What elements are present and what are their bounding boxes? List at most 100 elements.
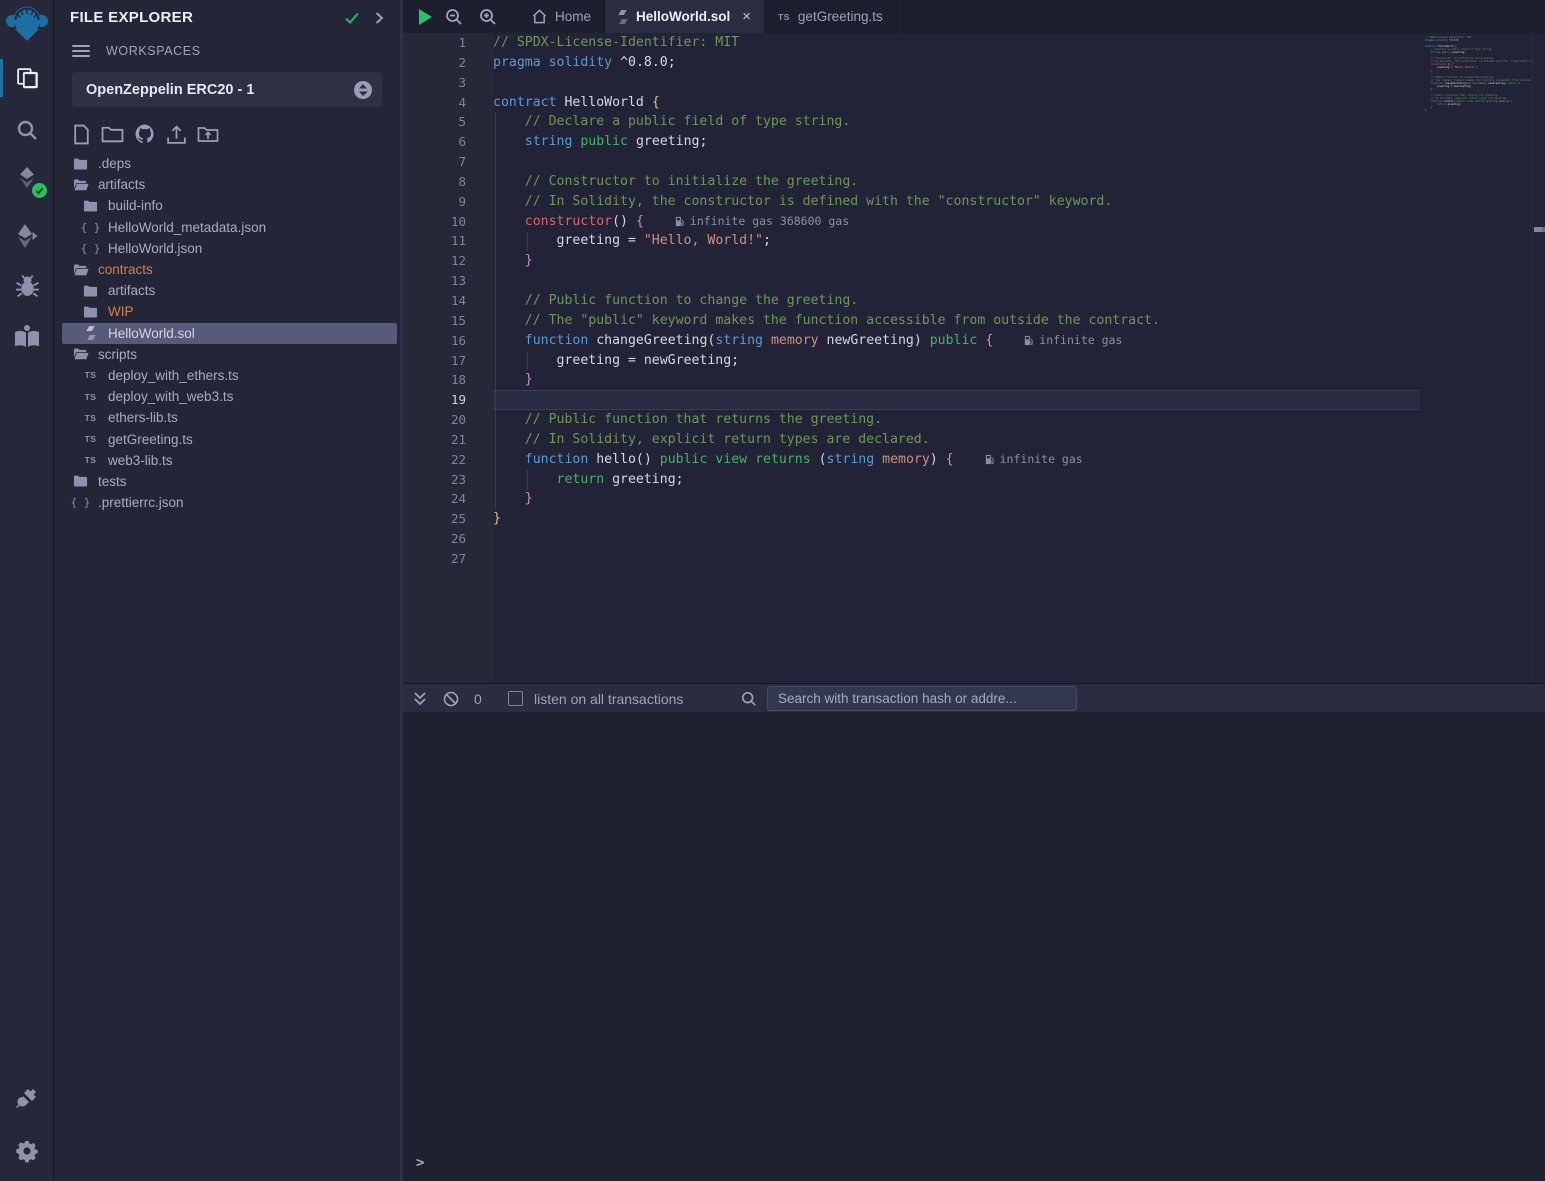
code-area[interactable]: 1// SPDX-License-Identifier: MIT2pragma … <box>403 33 1420 683</box>
remix-logo-icon[interactable] <box>0 0 54 56</box>
tree-item-deploy-with-web3-ts[interactable]: TSdeploy_with_web3.ts <box>62 386 397 407</box>
tree-item-getgreeting-ts[interactable]: TSgetGreeting.ts <box>62 428 397 449</box>
code-line-19[interactable]: 19 <box>403 390 1420 410</box>
code-line-27[interactable]: 27 <box>403 549 1420 569</box>
line-number: 23 <box>403 470 493 490</box>
sidebar-item-learneth[interactable] <box>0 314 54 358</box>
code-line-10[interactable]: 10 constructor() {infinite gas 368600 ga… <box>403 212 1420 232</box>
zoom-out-button[interactable] <box>437 0 471 33</box>
tree-item--deps[interactable]: .deps <box>62 153 397 174</box>
tree-item--prettierrc-json[interactable]: { }.prettierrc.json <box>62 492 397 513</box>
code-line-1[interactable]: 1// SPDX-License-Identifier: MIT <box>403 33 1420 53</box>
line-content: // SPDX-License-Identifier: MIT <box>493 33 1420 53</box>
line-content: // Public function that returns the gree… <box>493 410 1420 430</box>
editor-area: HomeHelloWorld.sol×TSgetGreeting.ts 1// … <box>403 0 1545 1181</box>
code-line-4[interactable]: 4contract HelloWorld { <box>403 93 1420 113</box>
close-icon[interactable]: × <box>742 8 751 25</box>
line-number: 3 <box>403 73 493 93</box>
sidebar-item-solidity-compiler[interactable] <box>0 158 54 202</box>
line-content: pragma solidity ^0.8.0; <box>493 53 1420 73</box>
code-line-22[interactable]: 22 function hello() public view returns … <box>403 450 1420 470</box>
check-icon[interactable] <box>344 11 360 25</box>
code-editor[interactable]: 1// SPDX-License-Identifier: MIT2pragma … <box>403 33 1545 683</box>
tree-item-label: HelloWorld_metadata.json <box>108 220 266 235</box>
gas-estimate-annotation: infinite gas 368600 gas <box>674 212 849 232</box>
chevron-right-icon[interactable] <box>374 11 384 25</box>
workspaces-menu-icon[interactable] <box>72 42 90 60</box>
code-line-6[interactable]: 6 string public greeting; <box>403 132 1420 152</box>
code-line-12[interactable]: 12 } <box>403 251 1420 271</box>
code-line-9[interactable]: 9 // In Solidity, the constructor is def… <box>403 192 1420 212</box>
tree-item-web3-lib-ts[interactable]: TSweb3-lib.ts <box>62 450 397 471</box>
line-number: 12 <box>403 251 493 271</box>
terminal-search-input[interactable] <box>767 686 1077 711</box>
code-line-16[interactable]: 16 function changeGreeting(string memory… <box>403 331 1420 351</box>
tree-item-artifacts[interactable]: artifacts <box>62 174 397 195</box>
tree-item-wip[interactable]: WIP <box>62 301 397 322</box>
code-line-2[interactable]: 2pragma solidity ^0.8.0; <box>403 53 1420 73</box>
code-line-26[interactable]: 26 <box>403 529 1420 549</box>
line-number: 19 <box>403 390 493 410</box>
zoom-in-button[interactable] <box>471 0 505 33</box>
tree-item-label: scripts <box>98 347 137 362</box>
tree-item-label: .deps <box>98 156 131 171</box>
code-line-3[interactable]: 3 <box>403 73 1420 93</box>
sidebar-item-deploy-and-run[interactable] <box>0 214 54 258</box>
code-line-23[interactable]: 23 return greeting; <box>403 470 1420 490</box>
sidebar-item-plugin-manager[interactable] <box>0 1077 54 1121</box>
workspace-select[interactable]: OpenZeppelin ERC20 - 1 <box>72 72 382 107</box>
tree-item-build-info[interactable]: build-info <box>62 195 397 216</box>
code-line-25[interactable]: 25} <box>403 509 1420 529</box>
code-line-5[interactable]: 5 // Declare a public field of type stri… <box>403 112 1420 132</box>
tree-item-scripts[interactable]: scripts <box>62 344 397 365</box>
sidebar-item-settings[interactable] <box>0 1129 54 1173</box>
tab-helloworld-sol[interactable]: HelloWorld.sol× <box>605 0 765 33</box>
sidebar-item-search[interactable] <box>0 108 54 152</box>
editor-scrollbar[interactable] <box>1532 33 1545 683</box>
tree-item-tests[interactable]: tests <box>62 471 397 492</box>
code-line-13[interactable]: 13 <box>403 271 1420 291</box>
code-line-21[interactable]: 21 // In Solidity, explicit return types… <box>403 430 1420 450</box>
code-line-7[interactable]: 7 <box>403 152 1420 172</box>
tree-item-contracts[interactable]: contracts <box>62 259 397 280</box>
tree-item-helloworld-metadata-json[interactable]: { }HelloWorld_metadata.json <box>62 217 397 238</box>
line-number: 10 <box>403 212 493 232</box>
sidebar-item-debugger[interactable] <box>0 264 54 308</box>
sol-icon <box>82 326 99 340</box>
tree-item-deploy-with-ethers-ts[interactable]: TSdeploy_with_ethers.ts <box>62 365 397 386</box>
scrollbar-handle[interactable] <box>1534 227 1542 232</box>
tree-item-artifacts[interactable]: artifacts <box>62 280 397 301</box>
code-line-17[interactable]: 17 greeting = newGreeting; <box>403 351 1420 371</box>
line-number: 17 <box>403 351 493 371</box>
code-line-8[interactable]: 8 // Constructor to initialize the greet… <box>403 172 1420 192</box>
tab-bar: HomeHelloWorld.sol×TSgetGreeting.ts <box>403 0 1545 33</box>
sidebar-item-file-explorer[interactable] <box>0 56 54 100</box>
tab-home[interactable]: Home <box>519 0 605 33</box>
open-folder-icon[interactable] <box>197 124 219 144</box>
code-line-11[interactable]: 11 greeting = "Hello, World!"; <box>403 231 1420 251</box>
github-icon[interactable] <box>134 123 156 145</box>
upload-icon[interactable] <box>166 124 187 145</box>
run-script-button[interactable] <box>403 0 437 33</box>
code-line-15[interactable]: 15 // The "public" keyword makes the fun… <box>403 311 1420 331</box>
new-folder-icon[interactable] <box>101 124 124 144</box>
code-line-14[interactable]: 14 // Public function to change the gree… <box>403 291 1420 311</box>
folder-open-icon <box>72 263 89 277</box>
tree-item-helloworld-sol[interactable]: HelloWorld.sol <box>62 323 397 344</box>
gas-estimate-annotation: infinite gas <box>1023 331 1122 351</box>
minimap[interactable]: // SPDX-License-Identifier: MITpragma so… <box>1420 33 1532 683</box>
terminal-output[interactable]: > <box>403 712 1545 1181</box>
new-file-icon[interactable] <box>72 124 91 145</box>
listen-transactions-checkbox[interactable] <box>508 691 523 706</box>
clear-console-icon[interactable] <box>443 684 459 713</box>
line-content <box>493 529 1420 549</box>
code-line-24[interactable]: 24 } <box>403 489 1420 509</box>
code-line-20[interactable]: 20 // Public function that returns the g… <box>403 410 1420 430</box>
line-number: 7 <box>403 152 493 172</box>
terminal-expand-icon[interactable] <box>413 684 427 713</box>
tree-item-ethers-lib-ts[interactable]: TSethers-lib.ts <box>62 407 397 428</box>
code-line-18[interactable]: 18 } <box>403 370 1420 390</box>
tree-item-label: deploy_with_ethers.ts <box>108 368 239 383</box>
tree-item-helloworld-json[interactable]: { }HelloWorld.json <box>62 238 397 259</box>
tab-getgreeting-ts[interactable]: TSgetGreeting.ts <box>765 0 897 33</box>
